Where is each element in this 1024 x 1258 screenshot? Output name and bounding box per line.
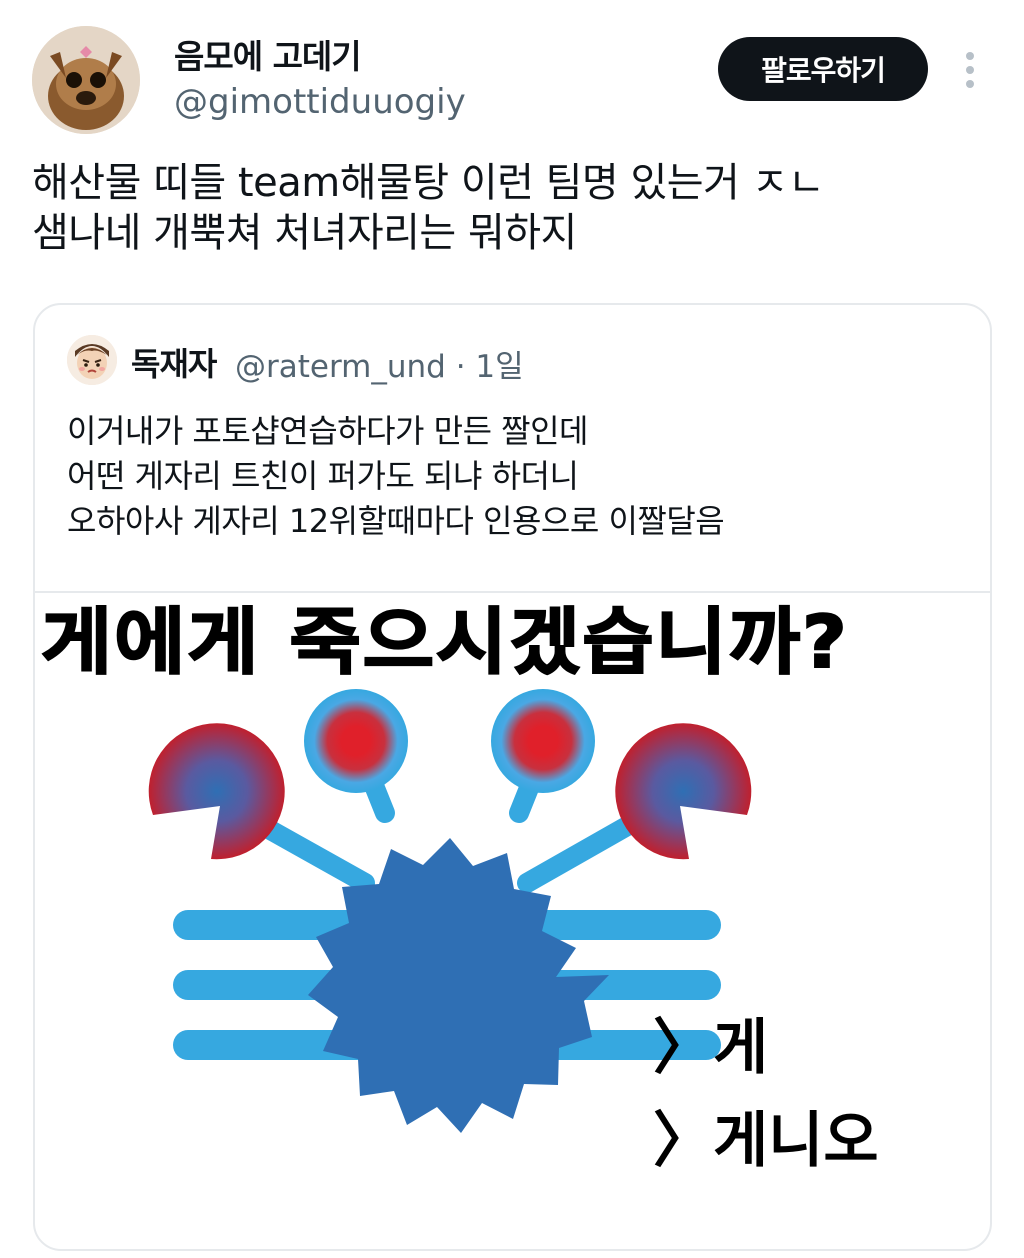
crab-claw-left xyxy=(148,723,285,860)
author-display-name[interactable]: 음모에 고데기 xyxy=(174,30,362,78)
crab-claw-right xyxy=(615,723,752,860)
quoted-tweet-card[interactable]: 독재자 @raterm_und · 1일 이거내가 포토샵연습하다가 만든 짤인… xyxy=(33,303,992,1251)
tweet-line: 해산물 띠들 team해물탕 이런 팀명 있는거 ㅈㄴ xyxy=(32,160,825,206)
crab-eye-left xyxy=(304,689,408,793)
tweet-text: 해산물 띠들 team해물탕 이런 팀명 있는거 ㅈㄴ 샘나네 개뿍쳐 처녀자리… xyxy=(32,158,992,258)
quote-image[interactable]: 게에게 죽으시겠습니까? 〉게 〉게니오 xyxy=(35,591,990,1249)
quote-author-meta: @raterm_und · 1일 xyxy=(235,349,524,385)
follow-button[interactable]: 팔로우하기 xyxy=(718,37,928,101)
quote-author-name: 독재자 xyxy=(131,345,217,383)
crab-eye-right xyxy=(491,689,595,793)
author-avatar[interactable] xyxy=(32,26,140,134)
quote-text: 이거내가 포토샵연습하다가 만든 짤인데 어떤 게자리 트친이 퍼가도 되냐 하… xyxy=(67,409,725,544)
quote-line: 이거내가 포토샵연습하다가 만든 짤인데 xyxy=(67,412,589,450)
more-vertical-icon[interactable] xyxy=(952,48,988,92)
image-option-yes: 〉게 xyxy=(653,1013,768,1083)
image-option-no: 〉게니오 xyxy=(653,1106,879,1176)
tweet-line: 샘나네 개뿍쳐 처녀자리는 뭐하지 xyxy=(32,210,577,256)
image-headline: 게에게 죽으시겠습니까? xyxy=(41,600,849,684)
quote-line: 오하아사 게자리 12위할때마다 인용으로 이짤달음 xyxy=(67,502,725,540)
quote-line: 어떤 게자리 트친이 퍼가도 되냐 하더니 xyxy=(67,457,579,495)
quote-author-avatar xyxy=(67,335,117,385)
author-handle[interactable]: @gimottiduuogiy xyxy=(174,82,466,122)
